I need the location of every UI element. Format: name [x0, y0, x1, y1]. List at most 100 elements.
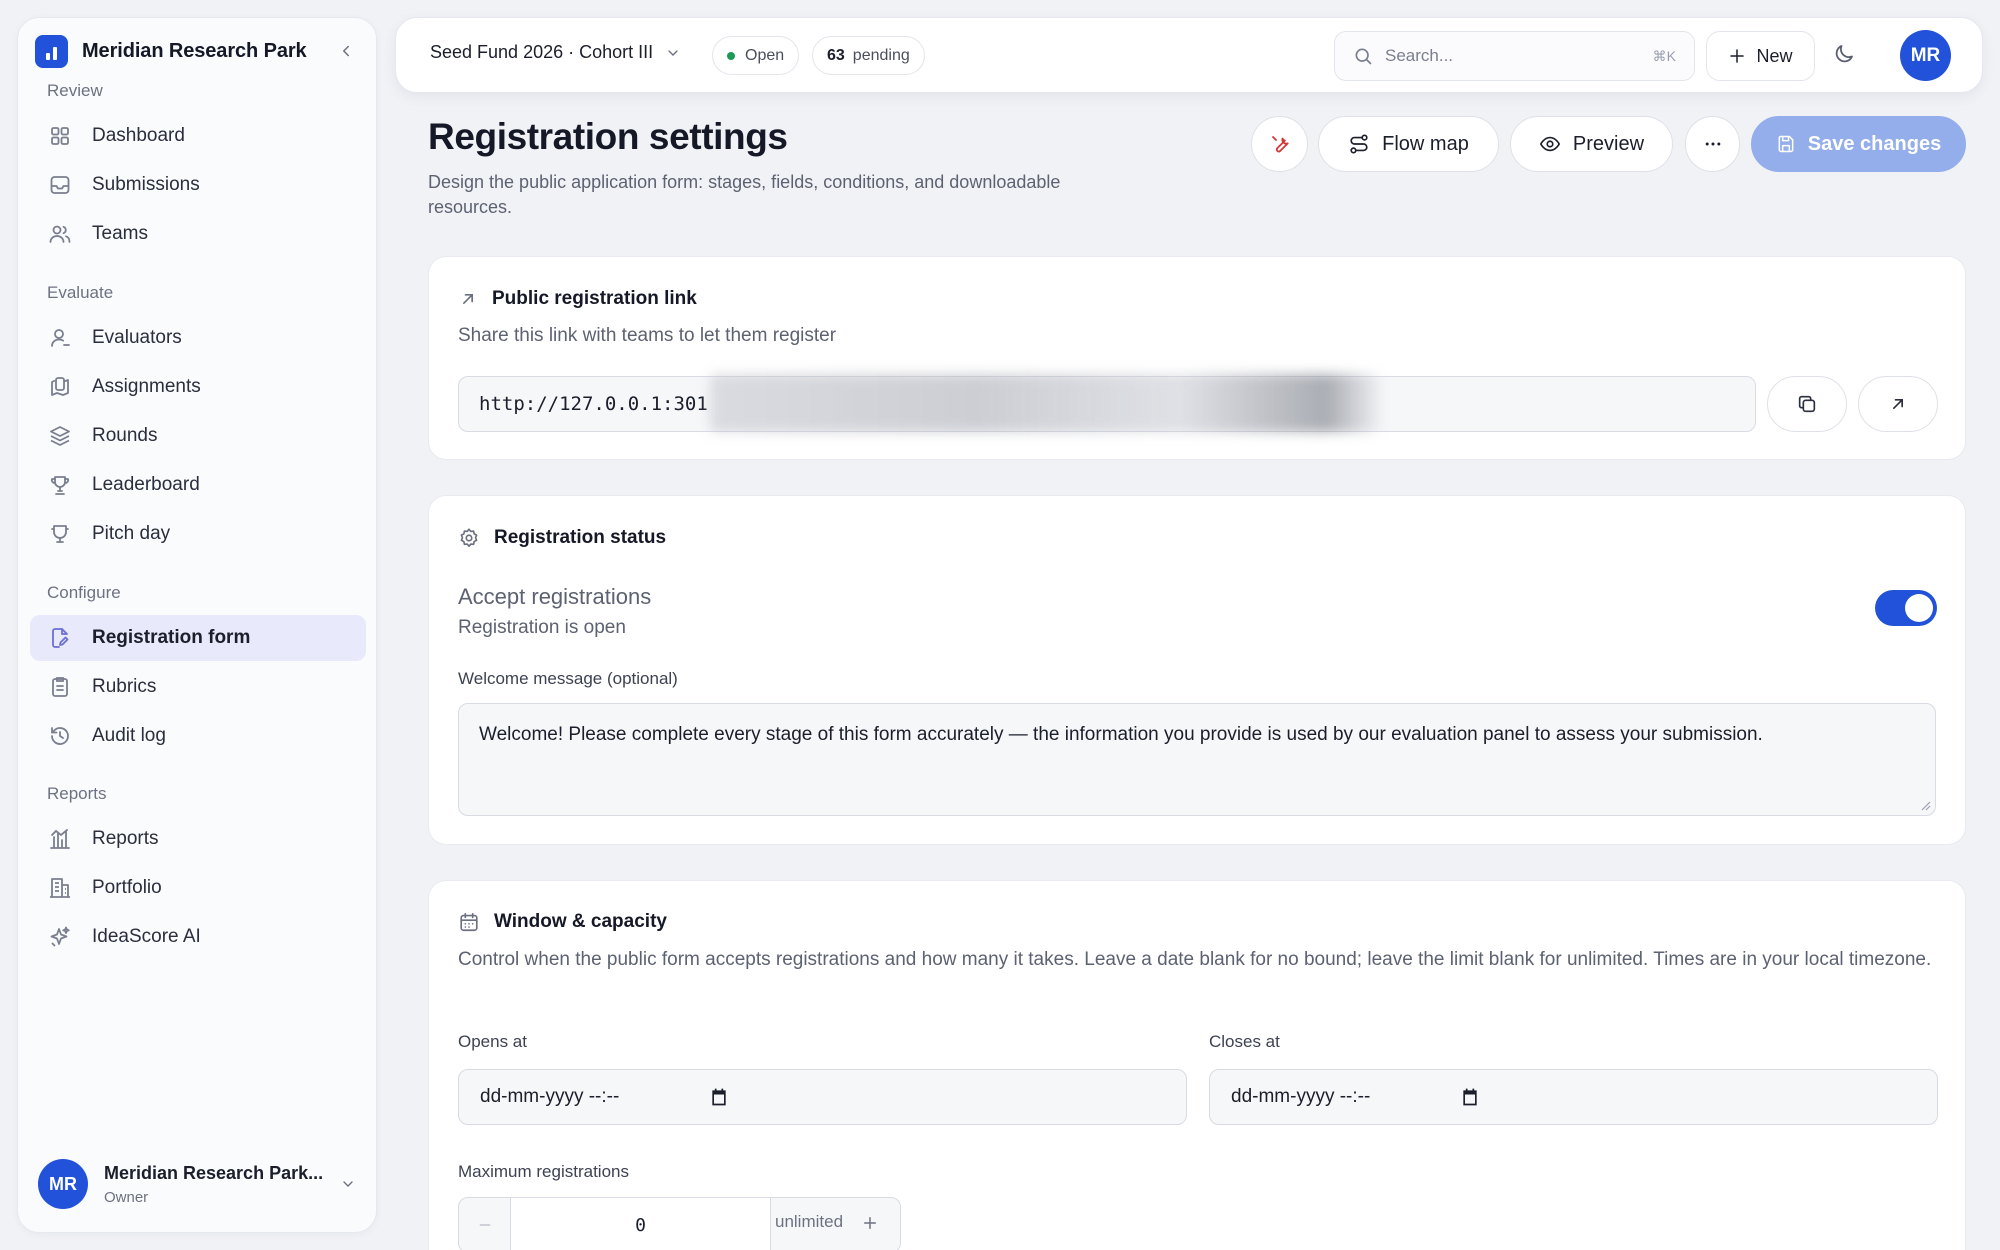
sidebar-item-pitch-day[interactable]: Pitch day	[30, 511, 366, 557]
sidebar-item-teams[interactable]: Teams	[30, 211, 366, 257]
inbox-icon	[48, 173, 72, 197]
accept-registrations-label: Accept registrations	[458, 584, 652, 609]
save-icon	[1776, 134, 1796, 154]
sidebar-item-label: Leaderboard	[92, 474, 200, 495]
welcome-message-textarea[interactable]: Welcome! Please complete every stage of …	[458, 703, 1936, 816]
max-registrations-input[interactable]: 0	[511, 1198, 771, 1250]
trophy-icon	[48, 473, 72, 497]
sidebar: Meridian Research Park Review Dashboard …	[17, 17, 377, 1233]
account-switcher[interactable]: MR Meridian Research Park... Owner	[38, 1156, 356, 1212]
sidebar-item-label: Pitch day	[92, 523, 171, 544]
sidebar-item-dashboard[interactable]: Dashboard	[30, 113, 366, 159]
preview-button[interactable]: Preview	[1510, 116, 1673, 172]
redacted-url-blur	[710, 374, 1380, 432]
wrench-icon	[1268, 132, 1292, 156]
calendar-picker-icon[interactable]	[1460, 1087, 1480, 1107]
sidebar-item-label: Submissions	[92, 174, 200, 195]
status-label: Open	[745, 46, 785, 64]
route-icon	[1348, 133, 1370, 155]
copy-icon	[1796, 393, 1818, 415]
pending-count: 63	[827, 46, 845, 64]
sidebar-item-audit-log[interactable]: Audit log	[30, 713, 366, 759]
sidebar-item-assignments[interactable]: Assignments	[30, 364, 366, 410]
status-dot-icon	[727, 51, 735, 60]
calendar-picker-icon[interactable]	[709, 1087, 729, 1107]
sidebar-item-rounds[interactable]: Rounds	[30, 413, 366, 459]
flow-map-button[interactable]: Flow map	[1318, 116, 1499, 172]
arrow-up-right-icon	[458, 289, 492, 309]
sidebar-item-rubrics[interactable]: Rubrics	[30, 664, 366, 710]
more-options-button[interactable]	[1685, 116, 1740, 172]
copy-link-button[interactable]	[1767, 376, 1847, 432]
sidebar-item-reports[interactable]: Reports	[30, 816, 366, 862]
resize-handle-icon[interactable]	[1919, 799, 1931, 811]
save-changes-button[interactable]: Save changes	[1751, 116, 1966, 172]
opens-at-value: dd-mm-yyyy --:--	[480, 1086, 620, 1107]
collapse-sidebar-icon[interactable]	[333, 38, 359, 64]
pending-label: pending	[852, 46, 910, 64]
registration-state-text: Registration is open	[458, 617, 626, 638]
avatar: MR	[38, 1159, 88, 1209]
increment-button[interactable]	[861, 1214, 879, 1232]
account-name: Meridian Research Park...	[104, 1162, 324, 1183]
nav-section-configure: Configure	[47, 583, 121, 602]
opens-at-label: Opens at	[458, 1032, 527, 1051]
history-icon	[48, 724, 72, 748]
search-input[interactable]: Search... ⌘K	[1334, 31, 1695, 81]
fund-selector[interactable]: Seed Fund 2026 · Cohort III	[430, 42, 681, 63]
nav-section-evaluate: Evaluate	[47, 283, 114, 302]
welcome-message-label: Welcome message (optional)	[458, 669, 678, 688]
sidebar-item-submissions[interactable]: Submissions	[30, 162, 366, 208]
chevron-down-icon	[340, 1176, 356, 1192]
welcome-message-text: Welcome! Please complete every stage of …	[479, 724, 1763, 745]
plus-icon	[864, 1217, 876, 1229]
external-link-icon	[1888, 394, 1908, 414]
ellipsis-icon	[1703, 134, 1723, 154]
open-link-button[interactable]	[1858, 376, 1938, 432]
search-placeholder: Search...	[1385, 46, 1454, 65]
minus-icon	[479, 1224, 490, 1226]
sidebar-item-ideascore-ai[interactable]: IdeaScore AI	[30, 914, 366, 960]
registration-status-card: Registration status Accept registrations…	[428, 495, 1966, 845]
search-icon	[1353, 46, 1385, 66]
user-icon	[48, 326, 72, 350]
fund-name: Seed Fund 2026 · Cohort III	[430, 42, 654, 62]
card-title-text: Window & capacity	[494, 911, 667, 932]
developer-tools-button[interactable]	[1251, 116, 1308, 172]
closes-at-input[interactable]: dd-mm-yyyy --:--	[1209, 1069, 1938, 1125]
user-avatar[interactable]: MR	[1900, 30, 1951, 81]
sidebar-item-label: Rubrics	[92, 676, 157, 697]
sparkles-icon	[48, 925, 72, 949]
max-registrations-stepper: 0 unlimited	[458, 1197, 901, 1250]
gear-icon	[458, 527, 494, 549]
sidebar-item-label: IdeaScore AI	[92, 926, 201, 947]
nav-section-reports: Reports	[47, 784, 107, 803]
eye-icon	[1539, 133, 1561, 155]
sidebar-item-label: Registration form	[92, 627, 251, 648]
sidebar-item-label: Assignments	[92, 376, 201, 397]
decrement-button[interactable]	[459, 1198, 511, 1250]
pending-badge[interactable]: 63 pending	[812, 36, 925, 75]
card-title: Window & capacity	[458, 911, 667, 933]
brand-logo-icon	[35, 34, 68, 68]
sidebar-item-registration-form[interactable]: Registration form	[30, 615, 366, 661]
preview-label: Preview	[1572, 132, 1645, 155]
card-description: Control when the public form accepts reg…	[458, 949, 1932, 970]
new-label: New	[1756, 45, 1793, 66]
moon-icon[interactable]	[1832, 42, 1856, 66]
topbar: Seed Fund 2026 · Cohort III Open 63 pend…	[395, 17, 1983, 93]
sidebar-item-leaderboard[interactable]: Leaderboard	[30, 462, 366, 508]
form-edit-icon	[48, 626, 72, 650]
status-badge: Open	[712, 36, 800, 75]
accept-registrations-toggle[interactable]	[1875, 590, 1937, 626]
new-button[interactable]: New	[1706, 31, 1815, 81]
sidebar-item-evaluators[interactable]: Evaluators	[30, 315, 366, 361]
card-subtitle: Share this link with teams to let them r…	[458, 325, 837, 346]
sidebar-item-portfolio[interactable]: Portfolio	[30, 865, 366, 911]
unlimited-hint: unlimited	[775, 1212, 844, 1231]
account-role: Owner	[104, 1188, 149, 1206]
sidebar-item-label: Audit log	[92, 725, 166, 746]
users-icon	[48, 222, 72, 246]
opens-at-input[interactable]: dd-mm-yyyy --:--	[458, 1069, 1187, 1125]
closes-at-label: Closes at	[1209, 1032, 1280, 1051]
